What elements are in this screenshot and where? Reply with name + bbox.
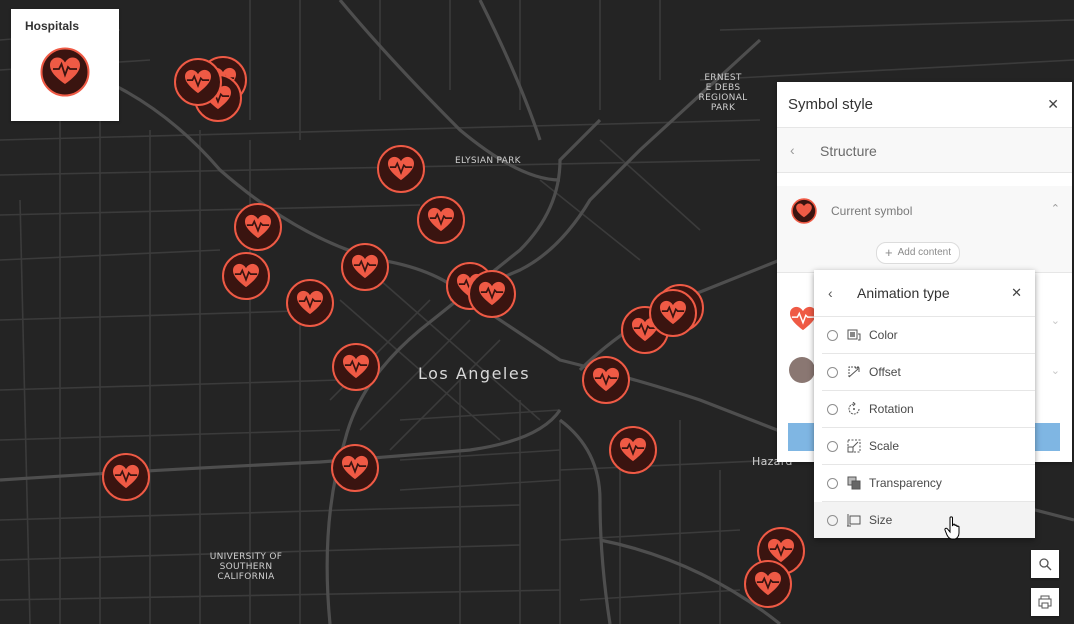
- size-icon: [847, 514, 861, 527]
- heart-pulse-icon: [593, 367, 619, 392]
- heart-pulse-icon: [297, 290, 323, 315]
- animation-option-offset[interactable]: Offset: [822, 354, 1035, 391]
- hospital-marker[interactable]: [331, 444, 379, 492]
- current-symbol-label[interactable]: Current symbol: [831, 204, 912, 218]
- chevron-left-icon[interactable]: ‹: [790, 142, 795, 158]
- animation-option-rotation[interactable]: Rotation: [822, 391, 1035, 428]
- add-content-button[interactable]: + Add content: [876, 242, 960, 264]
- radio-button[interactable]: [827, 329, 838, 341]
- chevron-down-icon[interactable]: ⌄: [1051, 364, 1060, 377]
- option-label: Size: [869, 513, 893, 527]
- radio-button[interactable]: [827, 440, 838, 452]
- close-icon[interactable]: ✕: [1011, 285, 1022, 301]
- heart-pulse-icon: [755, 571, 781, 596]
- popover-title: Animation type: [857, 285, 950, 301]
- plus-icon: +: [885, 245, 893, 260]
- heart-pulse-icon: [342, 455, 368, 480]
- search-icon: [1039, 558, 1052, 571]
- map-label-line: UNIVERSITY OF: [209, 552, 283, 562]
- radio-button[interactable]: [827, 366, 838, 378]
- heart-pulse-icon: [791, 198, 817, 224]
- animation-option-transparency[interactable]: Transparency: [822, 465, 1035, 502]
- hospital-marker[interactable]: [649, 289, 697, 337]
- heart-pulse-icon: [185, 69, 211, 94]
- radio-button[interactable]: [827, 514, 838, 526]
- current-symbol-section: Current symbol ⌃ + Add content: [777, 186, 1072, 272]
- heart-pulse-icon: [352, 254, 378, 279]
- hospital-marker[interactable]: [286, 279, 334, 327]
- transparency-icon: [847, 476, 861, 490]
- heart-icon[interactable]: [789, 306, 817, 332]
- add-content-label: Add content: [897, 247, 951, 258]
- hospital-marker[interactable]: [174, 58, 222, 106]
- animation-option-scale[interactable]: Scale: [822, 428, 1035, 465]
- chevron-up-icon[interactable]: ⌃: [1051, 202, 1060, 215]
- scale-icon: [847, 439, 861, 453]
- option-label: Rotation: [869, 402, 914, 416]
- map-label-los-angeles: Los Angeles: [418, 364, 531, 383]
- option-label: Scale: [869, 439, 900, 453]
- chevron-left-icon[interactable]: ‹: [828, 285, 833, 301]
- hospital-marker[interactable]: [377, 145, 425, 193]
- search-button[interactable]: [1031, 550, 1059, 578]
- hand-pointer-icon: [944, 516, 960, 540]
- panel-header: Symbol style ✕: [777, 82, 1072, 128]
- animation-type-popover: ‹ Animation type ✕ Color Offset Rotation: [814, 270, 1035, 538]
- heart-pulse-icon: [40, 47, 90, 97]
- legend: Hospitals: [11, 9, 119, 121]
- breadcrumb-structure[interactable]: Structure: [820, 143, 877, 159]
- heart-pulse-icon: [660, 300, 686, 325]
- heart-pulse-icon: [428, 207, 454, 232]
- hospital-marker[interactable]: [222, 252, 270, 300]
- radio-button[interactable]: [827, 403, 838, 415]
- hospital-marker[interactable]: [102, 453, 150, 501]
- popover-header: ‹ Animation type ✕: [814, 270, 1035, 317]
- animation-option-size[interactable]: Size: [814, 502, 1035, 538]
- heart-pulse-icon: [343, 354, 369, 379]
- animation-option-color[interactable]: Color: [822, 317, 1035, 354]
- hospital-marker[interactable]: [417, 196, 465, 244]
- map-label-line: E DEBS: [705, 83, 741, 93]
- option-label: Transparency: [869, 476, 942, 490]
- hospital-marker[interactable]: [744, 560, 792, 608]
- option-label: Offset: [869, 365, 901, 379]
- legend-title: Hospitals: [25, 19, 80, 33]
- hospital-marker[interactable]: [582, 356, 630, 404]
- heart-pulse-icon: [113, 464, 139, 489]
- hospital-marker[interactable]: [468, 270, 516, 318]
- print-button[interactable]: [1031, 588, 1059, 616]
- heart-pulse-icon: [479, 281, 505, 306]
- map-label-line: SOUTHERN: [219, 562, 273, 572]
- rotation-icon: [848, 402, 860, 415]
- map-label-line: ERNEST: [704, 73, 742, 83]
- map-label-ernest-debs-park: ERNEST E DEBS REGIONAL PARK: [697, 73, 749, 113]
- option-label: Color: [869, 328, 898, 342]
- chevron-down-icon[interactable]: ⌄: [1051, 314, 1060, 327]
- print-icon: [1038, 595, 1052, 609]
- heart-pulse-icon: [388, 156, 414, 181]
- color-icon: [847, 329, 861, 341]
- map-label-line: REGIONAL: [698, 93, 748, 103]
- hospital-marker[interactable]: [332, 343, 380, 391]
- map-label-elysian-park: ELYSIAN PARK: [455, 156, 521, 166]
- heart-pulse-icon: [233, 263, 259, 288]
- hospital-marker[interactable]: [341, 243, 389, 291]
- breadcrumb: ‹ Structure: [777, 128, 1072, 173]
- panel-title: Symbol style: [788, 96, 874, 113]
- hospital-marker[interactable]: [234, 203, 282, 251]
- radio-button[interactable]: [827, 477, 838, 489]
- circle-symbol-icon[interactable]: [789, 357, 815, 383]
- offset-icon: [848, 366, 860, 378]
- close-icon[interactable]: ✕: [1047, 96, 1059, 113]
- map-label-line: PARK: [710, 103, 736, 113]
- heart-pulse-icon: [245, 214, 271, 239]
- hospital-marker[interactable]: [609, 426, 657, 474]
- map-label-line: CALIFORNIA: [217, 572, 275, 582]
- map-label-usc: UNIVERSITY OF SOUTHERN CALIFORNIA: [206, 552, 286, 582]
- heart-pulse-icon: [620, 437, 646, 462]
